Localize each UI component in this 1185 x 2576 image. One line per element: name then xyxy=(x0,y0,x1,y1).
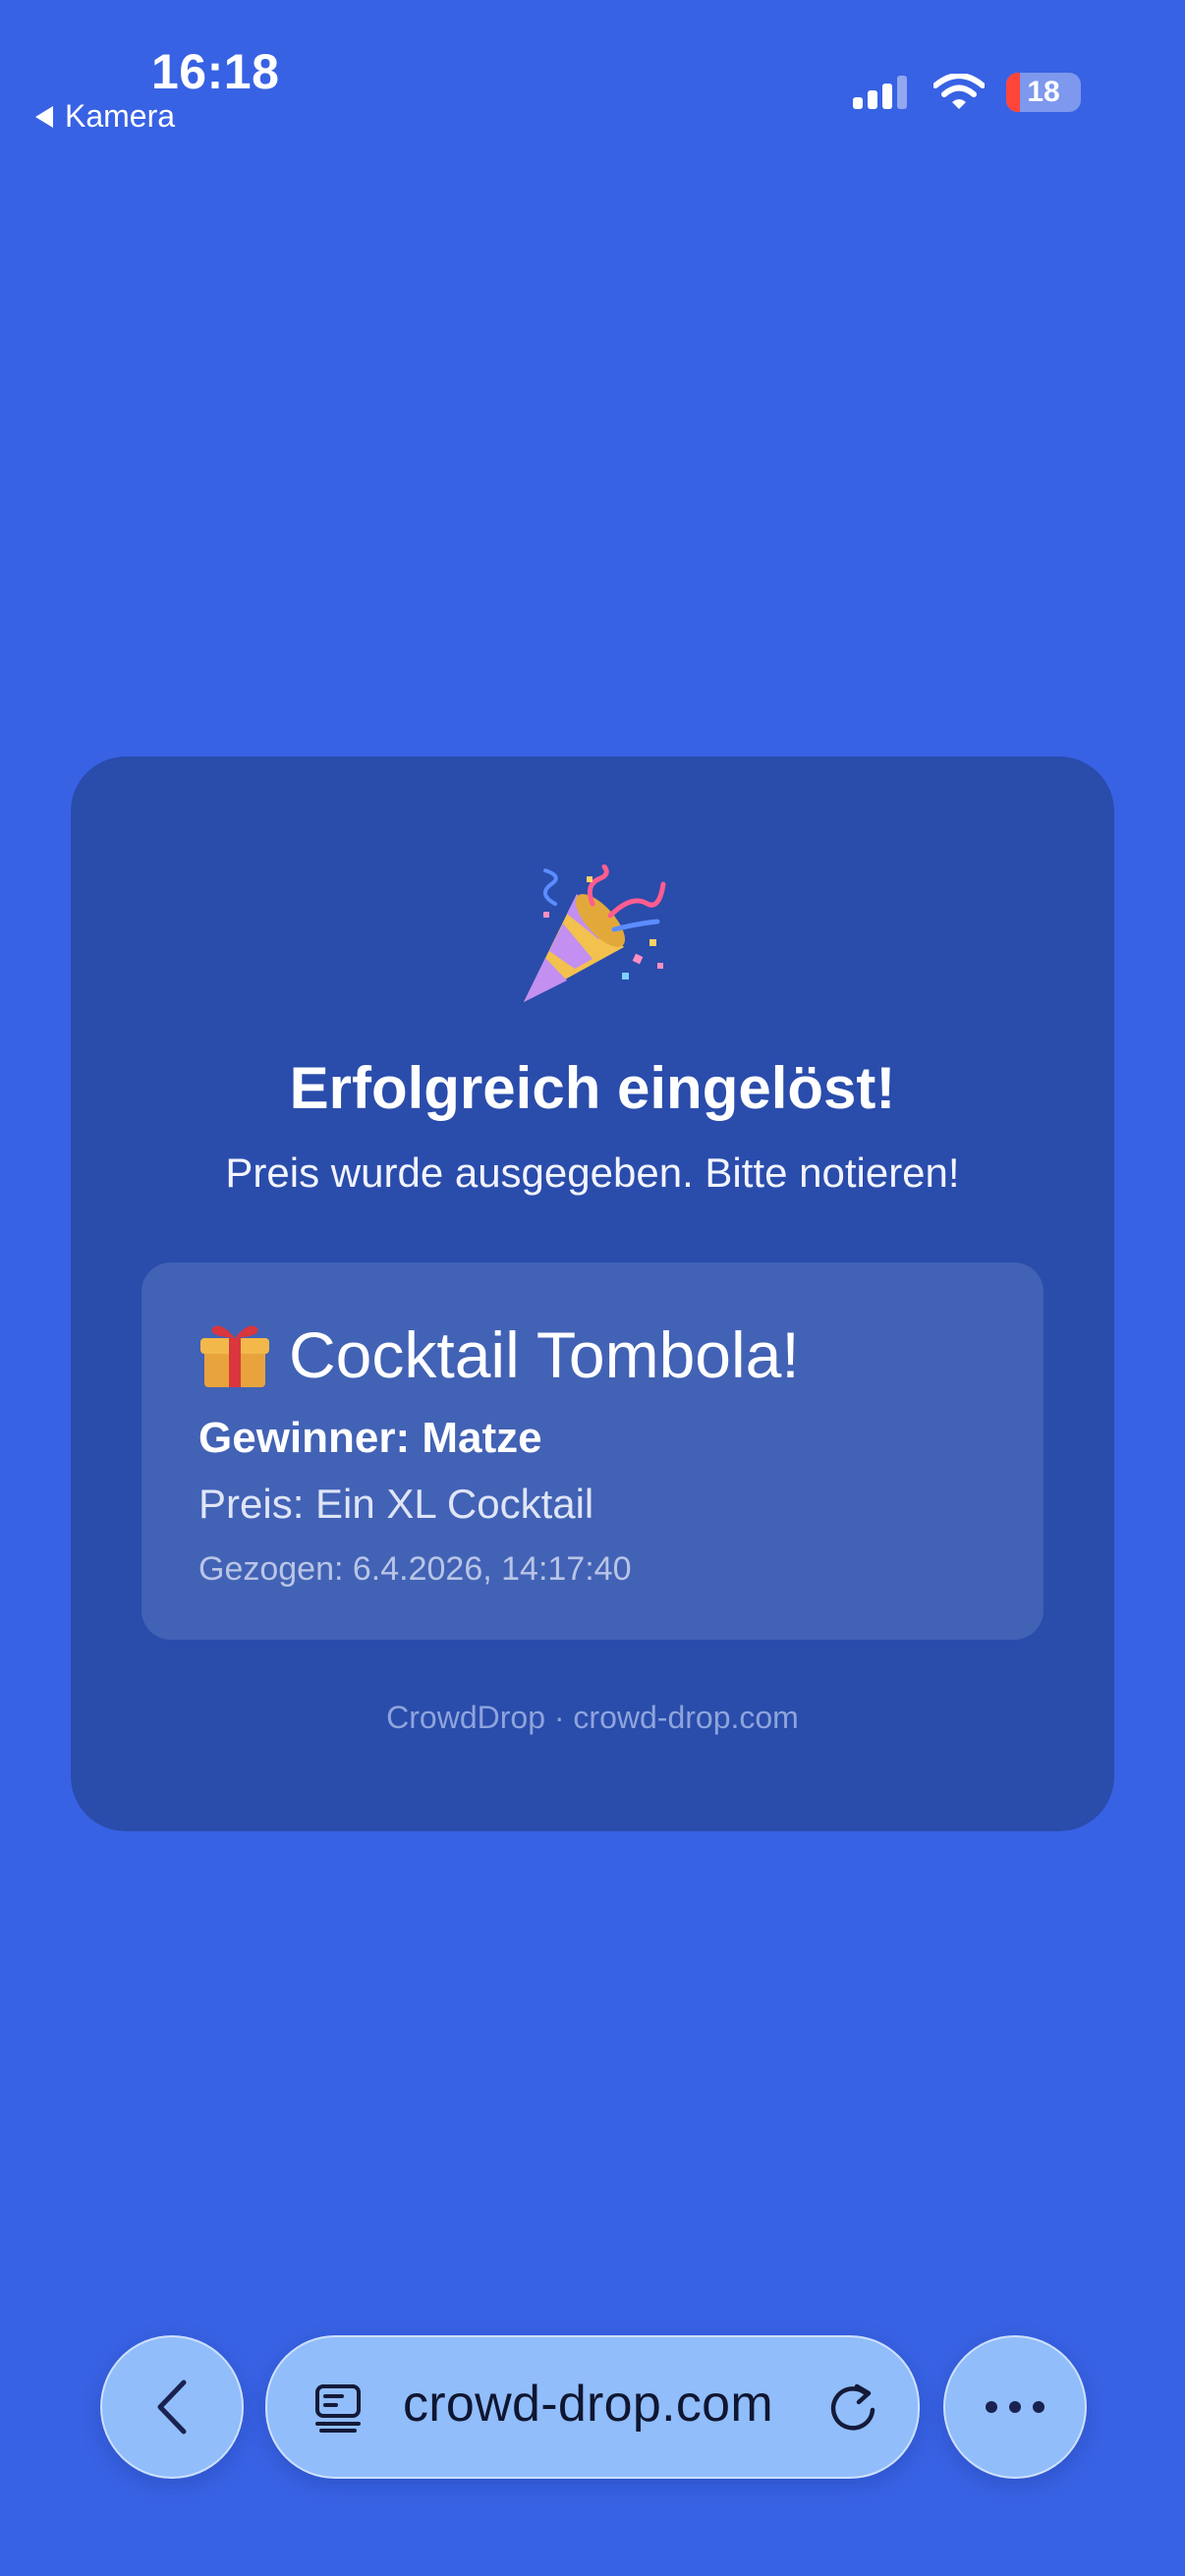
footer-branding: CrowdDrop · crowd-drop.com xyxy=(386,1700,799,1735)
prize-line: Preis: Ein XL Cocktail xyxy=(198,1481,594,1527)
back-to-app-link[interactable]: Kamera xyxy=(35,98,175,135)
status-time: 16:18 xyxy=(151,44,280,99)
browser-back-button[interactable] xyxy=(100,2335,244,2479)
tabs-icon[interactable] xyxy=(312,2382,364,2434)
redemption-card: Erfolgreich eingelöst! Preis wurde ausge… xyxy=(71,756,1114,1831)
gift-icon xyxy=(200,1325,269,1387)
more-options-button[interactable] xyxy=(943,2335,1087,2479)
cellular-signal-icon xyxy=(853,76,907,109)
event-title: Cocktail Tombola! xyxy=(289,1318,800,1391)
battery-indicator: 18 xyxy=(1006,73,1081,112)
status-icons: 18 xyxy=(853,73,1081,112)
success-subtitle: Preis wurde ausgegeben. Bitte notieren! xyxy=(225,1149,960,1196)
back-triangle-icon xyxy=(35,105,53,128)
winner-line: Gewinner: Matze xyxy=(198,1414,542,1462)
drawn-timestamp: Gezogen: 6.4.2026, 14:17:40 xyxy=(198,1550,632,1588)
success-title: Erfolgreich eingelöst! xyxy=(289,1055,896,1121)
ellipsis-icon xyxy=(986,2401,1044,2413)
reload-icon[interactable] xyxy=(825,2380,880,2436)
prize-details-box: Cocktail Tombola! Gewinner: Matze Preis:… xyxy=(141,1262,1044,1640)
party-popper-icon xyxy=(524,865,666,1002)
chevron-left-icon xyxy=(157,2380,187,2435)
address-bar[interactable]: crowd-drop.com xyxy=(265,2335,920,2479)
battery-level: 18 xyxy=(1027,76,1060,108)
prize-title-row: Cocktail Tombola! xyxy=(198,1317,800,1392)
back-app-label: Kamera xyxy=(65,98,176,134)
wifi-icon xyxy=(933,74,985,109)
url-text[interactable]: crowd-drop.com xyxy=(403,2375,773,2434)
